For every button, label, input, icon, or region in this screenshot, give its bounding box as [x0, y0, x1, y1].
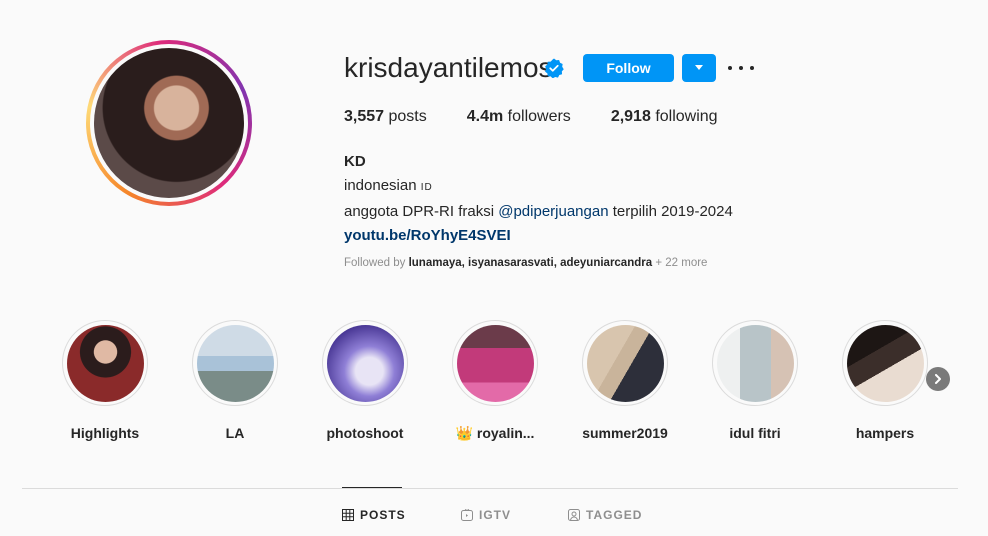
- followers-count: 4.4m: [466, 108, 504, 125]
- website-link[interactable]: youtu.be/RoYhyE4SVEI: [344, 224, 733, 248]
- highlight-label: 👑 royalin...: [455, 425, 535, 441]
- verified-badge-icon: [545, 58, 564, 78]
- profile-bio: KD indonesian ID anggota DPR-RI fraksi @…: [344, 150, 733, 248]
- dot-icon: [728, 66, 732, 70]
- tab-label: IGTV: [479, 508, 512, 522]
- following-label: following: [655, 108, 718, 125]
- tab-label: POSTS: [360, 508, 406, 522]
- highlight-item[interactable]: LA: [170, 320, 300, 441]
- highlight-item[interactable]: Highlights: [40, 320, 170, 441]
- posts-stat: 3,557 posts: [344, 108, 427, 126]
- followed-by[interactable]: Followed by lunamaya, isyanasarasvati, a…: [344, 257, 707, 269]
- profile-avatar-ring[interactable]: [86, 40, 252, 206]
- highlight-cover: [196, 324, 274, 402]
- highlight-cover: [66, 324, 144, 402]
- highlight-label: Highlights: [70, 425, 140, 441]
- highlight-cover: [326, 324, 404, 402]
- highlight-label: photoshoot: [326, 425, 404, 441]
- bio-line-1: indonesian ID: [344, 174, 733, 200]
- suggested-accounts-dropdown-button[interactable]: [682, 54, 716, 82]
- tab-posts[interactable]: POSTS: [342, 508, 406, 522]
- following-count: 2,918: [610, 108, 651, 125]
- followed-by-names: lunamaya, isyanasarasvati, adeyuniarcand…: [408, 257, 653, 269]
- tab-igtv[interactable]: IGTV: [461, 508, 511, 522]
- highlights-next-button[interactable]: [926, 367, 950, 391]
- highlight-item[interactable]: photoshoot: [300, 320, 430, 441]
- highlight-ring: [192, 320, 278, 406]
- highlight-ring: [452, 320, 538, 406]
- active-tab-indicator: [342, 487, 402, 488]
- bio-text: anggota DPR-RI fraksi: [344, 203, 495, 220]
- highlight-label: summer2019: [582, 425, 668, 441]
- flag-indonesia-icon: ID: [420, 182, 433, 193]
- followed-by-prefix: Followed by: [344, 257, 406, 269]
- followed-by-more: + 22 more: [655, 257, 708, 269]
- highlight-ring: [842, 320, 928, 406]
- highlight-ring: [62, 320, 148, 406]
- followers-label: followers: [507, 108, 571, 125]
- posts-label: posts: [388, 108, 427, 125]
- profile-stats: 3,557 posts 4.4m followers 2,918 followi…: [344, 108, 758, 126]
- tab-tagged[interactable]: TAGGED: [568, 508, 642, 522]
- posts-count: 3,557: [344, 108, 385, 125]
- username: krisdayantilemos: [344, 52, 553, 83]
- highlight-cover: [586, 324, 664, 402]
- follow-button[interactable]: Follow: [583, 54, 674, 82]
- highlight-cover: [456, 324, 534, 402]
- avatar-border: [90, 44, 248, 202]
- bio-nationality: indonesian: [344, 177, 417, 194]
- highlight-cover: [846, 324, 924, 402]
- highlight-label: idul fitri: [729, 425, 781, 441]
- full-name: KD: [344, 153, 366, 170]
- avatar[interactable]: [94, 48, 244, 198]
- highlight-label: hampers: [855, 425, 915, 441]
- highlight-ring: [712, 320, 798, 406]
- chevron-right-icon: [935, 374, 941, 384]
- igtv-icon: [461, 509, 473, 521]
- bio-text: terpilih 2019-2024: [612, 203, 733, 220]
- followers-stat[interactable]: 4.4m followers: [467, 108, 571, 126]
- tagged-icon: [568, 509, 580, 521]
- tabs-divider: [22, 488, 958, 489]
- highlight-label: LA: [225, 425, 245, 441]
- grid-icon: [342, 509, 354, 521]
- story-highlights: Highlights LA photoshoot 👑 royalin... su…: [0, 320, 988, 442]
- highlight-item[interactable]: summer2019: [560, 320, 690, 441]
- dot-icon: [750, 66, 754, 70]
- tab-label: TAGGED: [586, 508, 643, 522]
- caret-down-icon: [695, 65, 703, 70]
- following-stat[interactable]: 2,918 following: [611, 108, 718, 126]
- dot-icon: [739, 66, 743, 70]
- highlight-ring: [322, 320, 408, 406]
- highlight-item[interactable]: 👑 royalin...: [430, 320, 560, 442]
- mention-link[interactable]: @pdiperjuangan: [498, 203, 608, 220]
- more-options-button[interactable]: [728, 58, 754, 78]
- highlight-cover: [716, 324, 794, 402]
- highlight-ring: [582, 320, 668, 406]
- highlight-item[interactable]: idul fitri: [690, 320, 820, 441]
- bio-line-2: anggota DPR-RI fraksi @pdiperjuangan ter…: [344, 200, 733, 224]
